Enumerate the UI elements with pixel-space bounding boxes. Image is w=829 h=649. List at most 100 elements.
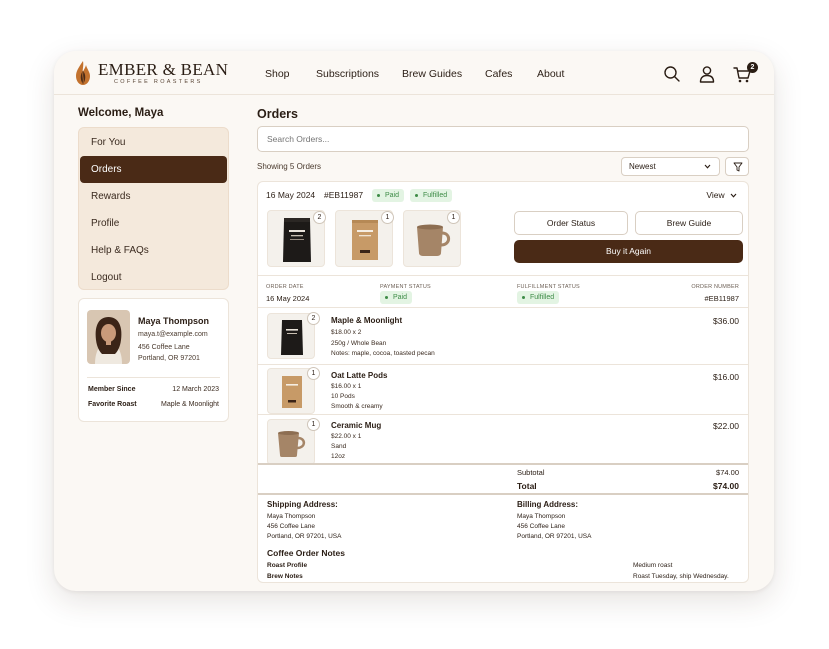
line-item-name[interactable]: Ceramic Mug (331, 421, 381, 430)
billing-address-heading: Billing Address: (517, 500, 579, 509)
view-label: View (706, 190, 725, 200)
chevron-down-icon (730, 193, 737, 198)
order-number-label: ORDER NUMBER (691, 284, 739, 290)
view-dropdown[interactable]: View (706, 190, 737, 200)
line-item-price: $16.00 x 1 (331, 383, 362, 390)
fulfillment-status-label: FULFILLMENT STATUS (517, 284, 580, 290)
order-number-value: #EB11987 (704, 294, 739, 303)
payment-status-badge: Paid (380, 291, 413, 304)
profile-card: Maya Thompson maya.t@example.com 456 Cof… (78, 298, 229, 422)
brand-name[interactable]: EMBER & BEAN (98, 60, 228, 80)
billing-street: 456 Coffee Lane (517, 523, 565, 530)
chevron-down-icon (704, 164, 711, 169)
filter-icon (733, 162, 743, 172)
line-item-name[interactable]: Oat Latte Pods (331, 371, 387, 380)
menu-item-for-you[interactable]: For You (80, 129, 227, 156)
fulfillment-status-badge: Fulfilled (517, 291, 560, 304)
favorite-roast-value: Maple & Moonlight (161, 401, 219, 408)
nav-subscriptions[interactable]: Subscriptions (316, 68, 379, 80)
welcome-heading: Welcome, Maya (78, 107, 164, 119)
search-input[interactable] (257, 126, 749, 152)
line-item-name[interactable]: Maple & Moonlight (331, 316, 402, 325)
divider (258, 275, 748, 276)
nav-shop[interactable]: Shop (265, 68, 290, 80)
brand-tagline: COFFEE ROASTERS (114, 79, 203, 85)
order-date-value: 16 May 2024 (266, 294, 310, 303)
line-item-qty: 2 (307, 312, 320, 325)
total-label: Total (517, 481, 537, 491)
mug-image (417, 224, 451, 256)
favorite-roast-label: Favorite Roast (88, 401, 137, 408)
order-notes-heading: Coffee Order Notes (267, 548, 345, 558)
profile-city: Portland, OR 97201 (138, 355, 200, 362)
shipping-city: Portland, OR 97201, USA (267, 533, 342, 540)
nav-cafes[interactable]: Cafes (485, 68, 512, 80)
cart-count-badge: 2 (747, 62, 758, 73)
order-date: 16 May 2024 (266, 190, 316, 200)
account-menu: For You Orders Rewards Profile Help & FA… (78, 127, 229, 290)
fulfillment-badge: Fulfilled (410, 189, 453, 202)
member-since-label: Member Since (88, 386, 136, 393)
coffee-bag-image (281, 320, 303, 355)
order-card: 16 May 2024 #EB11987 Paid Fulfilled View… (257, 181, 749, 583)
profile-divider (87, 377, 220, 378)
divider (258, 493, 748, 495)
roast-profile-label: Roast Profile (267, 562, 308, 569)
line-item-price: $22.00 x 1 (331, 433, 362, 440)
coffee-bag-image (283, 218, 311, 262)
line-item-detail: Sand (331, 443, 347, 450)
menu-item-profile[interactable]: Profile (80, 210, 227, 237)
divider (258, 463, 748, 465)
payment-badge: Paid (372, 189, 405, 202)
filter-button[interactable] (725, 157, 749, 176)
divider (258, 414, 748, 415)
menu-item-orders[interactable]: Orders (80, 156, 227, 183)
avatar (87, 310, 130, 364)
menu-item-rewards[interactable]: Rewards (80, 183, 227, 210)
line-item-detail: 10 Pods (331, 393, 355, 400)
app-window: EMBER & BEAN COFFEE ROASTERS Shop Subscr… (54, 51, 774, 591)
orders-count: Showing 5 Orders (257, 162, 322, 171)
brew-notes-value: Roast Tuesday, ship Wednesday. (633, 573, 729, 580)
mug-image (278, 431, 306, 457)
member-since-value: 12 March 2023 (172, 386, 219, 393)
order-number: #EB11987 (324, 190, 364, 200)
line-item-total: $36.00 (713, 316, 739, 326)
profile-email: maya.t@example.com (138, 331, 208, 338)
divider (258, 364, 748, 365)
nav-about[interactable]: About (537, 68, 564, 80)
coffee-bean-flame-icon (76, 61, 90, 85)
payment-status-label: PAYMENT STATUS (380, 284, 431, 290)
thumb-qty-badge: 1 (381, 211, 394, 224)
user-icon[interactable] (697, 64, 717, 84)
page-title: Orders (257, 107, 298, 121)
profile-name: Maya Thompson (138, 316, 210, 326)
subtotal-label: Subtotal (517, 468, 545, 477)
thumb-qty-badge: 1 (447, 211, 460, 224)
line-item-total: $22.00 (713, 421, 739, 431)
shipping-address-heading: Shipping Address: (267, 500, 338, 509)
search-icon[interactable] (662, 64, 682, 84)
top-navigation: EMBER & BEAN COFFEE ROASTERS Shop Subscr… (54, 51, 774, 95)
brew-guide-button[interactable]: Brew Guide (635, 211, 743, 235)
total-value: $74.00 (713, 481, 739, 491)
thumb-qty-badge: 2 (313, 211, 326, 224)
line-item-price: $18.00 x 2 (331, 329, 362, 336)
billing-name: Maya Thompson (517, 513, 566, 520)
shipping-name: Maya Thompson (267, 513, 316, 520)
sort-select[interactable]: Newest (621, 157, 720, 176)
buy-again-button[interactable]: Buy it Again (514, 240, 743, 263)
nav-brew-guides[interactable]: Brew Guides (402, 68, 462, 80)
order-status-button[interactable]: Order Status (514, 211, 628, 235)
brew-notes-label: Brew Notes (267, 573, 303, 580)
line-item-total: $16.00 (713, 372, 739, 382)
line-item-notes: Notes: maple, cocoa, toasted pecan (331, 350, 435, 357)
billing-city: Portland, OR 97201, USA (517, 533, 592, 540)
line-item-notes: 12oz (331, 453, 346, 460)
shipping-street: 456 Coffee Lane (267, 523, 315, 530)
menu-item-logout[interactable]: Logout (80, 264, 227, 291)
profile-street: 456 Coffee Lane (138, 344, 190, 351)
line-item-notes: Smooth & creamy (331, 403, 383, 410)
subtotal-value: $74.00 (716, 468, 739, 477)
menu-item-help[interactable]: Help & FAQs (80, 237, 227, 264)
